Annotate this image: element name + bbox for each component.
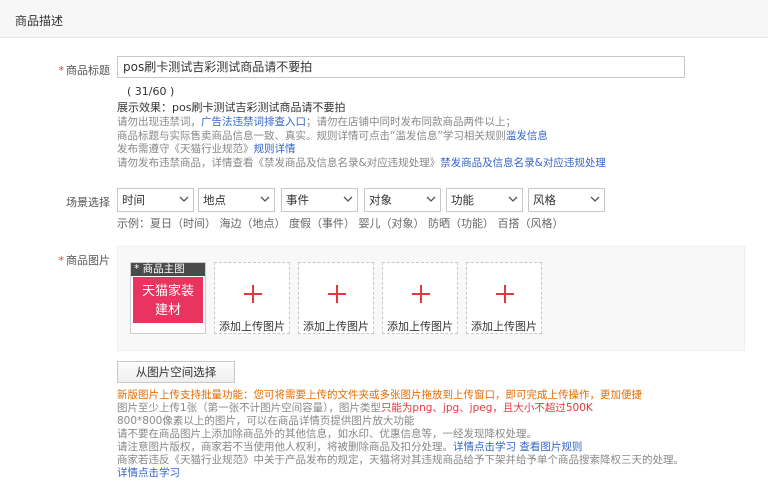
rules-detail-link[interactable]: 规则详情	[254, 143, 296, 155]
image-tip-2: 图片至少上传1张（第一张不计图片空间容量），图片类型只能为png、jpg、jpe…	[117, 402, 593, 414]
chevron-down-icon	[260, 196, 270, 202]
title-preview: 展示效果：pos刷卡测试吉彩测试商品请不要拍	[117, 101, 346, 114]
spam-info-link[interactable]: 滥发信息	[506, 130, 548, 142]
chevron-down-icon	[508, 196, 518, 202]
upload-slot-2[interactable]: 添加上传图片	[214, 262, 290, 334]
scene-label: 场景选择	[66, 196, 110, 209]
scene-example: 示例：夏日（时间） 海边（地点） 度假（事件） 婴儿（对象） 防晒（功能） 百搭…	[117, 217, 564, 230]
chevron-down-icon	[426, 196, 436, 202]
title-tip-3: 发布需遵守《天猫行业规范》规则详情	[117, 143, 296, 155]
image-tip-5: 请注意图片版权，商家若不当使用他人权利，将被删除商品及扣分处理。详情点击学习 查…	[117, 441, 583, 453]
images-label: * 商品图片	[58, 254, 111, 267]
scene-select-event[interactable]: 事件	[281, 188, 358, 212]
chevron-down-icon	[343, 196, 353, 202]
image-tip-4: 请不要在商品图片上添加除商品外的其他信息，如水印、优惠信息等，一经发现降权处理。	[117, 428, 537, 440]
section-header: 商品描述	[0, 0, 768, 38]
upload-slot-3[interactable]: 添加上传图片	[298, 262, 374, 334]
image-tip-6: 商家若违反《天猫行业规范》中关于产品发布的规定，天猫将对其违规商品给予下架并给予…	[117, 454, 684, 466]
plus-icon	[412, 285, 430, 303]
main-image[interactable]: * 商品主图 天猫家装 建材	[130, 262, 206, 334]
image-tip-7: 详情点击学习	[117, 467, 180, 480]
title-label: * 商品标题	[58, 64, 111, 77]
title-tip-1: 请勿出现违禁词，广告法违禁词排查入口；请勿在店铺中同时发布同款商品两件以上；	[117, 116, 516, 128]
plus-icon	[328, 285, 346, 303]
copyright-learn-link[interactable]: 详情点击学习	[453, 441, 516, 453]
upload-slot-5[interactable]: 添加上传图片	[466, 262, 542, 334]
plus-icon	[496, 285, 514, 303]
image-tip-1: 新版图片上传支持批量功能：您可将需要上传的文件夹或多张图片拖放到上传窗口，即可完…	[117, 389, 642, 401]
chevron-down-icon	[590, 196, 600, 202]
main-image-tag: * 商品主图	[131, 263, 205, 276]
prohibited-goods-link[interactable]: 禁发商品及信息名录&对应违规处理	[440, 157, 606, 169]
chevron-down-icon	[179, 196, 189, 202]
main-image-thumbnail: 天猫家装 建材	[133, 277, 203, 323]
section-title: 商品描述	[15, 14, 64, 28]
plus-icon	[244, 285, 262, 303]
scene-select-function[interactable]: 功能	[446, 188, 523, 212]
image-space-button[interactable]: 从图片空间选择	[117, 361, 235, 383]
banned-words-link[interactable]: 广告法违禁词排查入口	[201, 116, 306, 128]
scene-select-target[interactable]: 对象	[364, 188, 441, 212]
title-tip-4: 请勿发布违禁商品，详情查看《禁发商品及信息名录&对应违规处理》禁发商品及信息名录…	[117, 157, 606, 169]
title-tip-2: 商品标题与实际售卖商品信息一致、真实。规则详情可点击“滥发信息”学习相关规则滥发…	[117, 130, 548, 142]
violation-learn-link[interactable]: 详情点击学习	[117, 467, 180, 479]
scene-select-time[interactable]: 时间	[117, 188, 194, 212]
title-input[interactable]: pos刷卡测试吉彩测试商品请不要拍	[117, 56, 685, 78]
upload-slot-4[interactable]: 添加上传图片	[382, 262, 458, 334]
scene-select-style[interactable]: 风格	[528, 188, 605, 212]
image-tip-3: 800*800像素以上的图片，可以在商品详情页提供图片放大功能	[117, 415, 415, 427]
image-rules-link[interactable]: 查看图片规则	[519, 441, 582, 453]
title-char-count: ( 31/60 )	[127, 85, 175, 98]
scene-select-place[interactable]: 地点	[198, 188, 275, 212]
